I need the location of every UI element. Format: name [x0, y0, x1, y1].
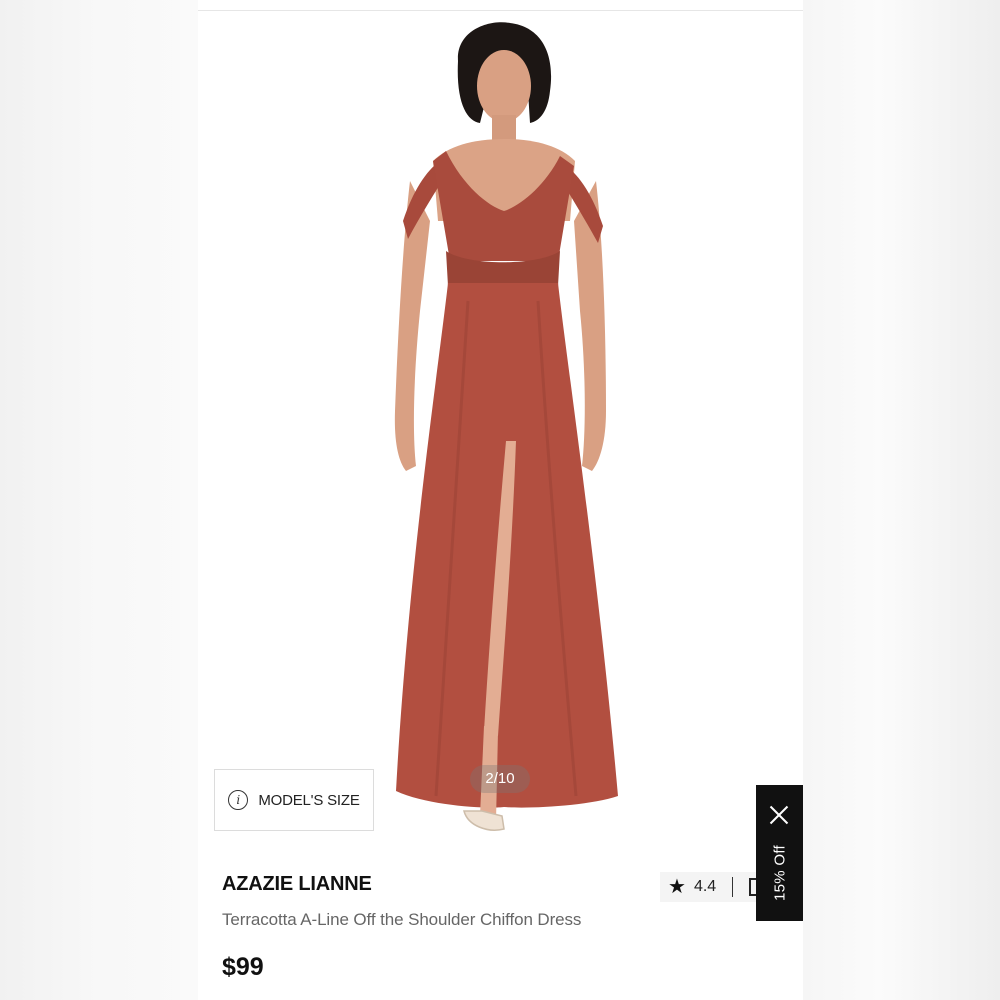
model-size-button[interactable]: i MODEL'S SIZE: [214, 769, 374, 831]
model-size-label: MODEL'S SIZE: [258, 791, 360, 809]
rating-divider: [732, 877, 734, 897]
screen: 2/10 i MODEL'S SIZE AZAZIE LIANNE Terrac…: [0, 0, 1000, 1000]
product-brand: AZAZIE LIANNE: [222, 873, 372, 895]
close-icon[interactable]: [767, 803, 791, 827]
product-photo: [394, 22, 618, 831]
product-image-gallery[interactable]: 2/10 i MODEL'S SIZE: [198, 11, 803, 847]
star-icon: ★: [668, 876, 686, 898]
rating-value: 4.4: [693, 878, 717, 895]
product-name: Terracotta A-Line Off the Shoulder Chiff…: [222, 910, 582, 929]
product-page: 2/10 i MODEL'S SIZE AZAZIE LIANNE Terrac…: [198, 0, 803, 1000]
promo-tab[interactable]: 15% Off: [756, 785, 803, 921]
info-icon: i: [228, 790, 249, 810]
promo-label: 15% Off: [771, 844, 789, 902]
image-counter: 2/10: [470, 765, 530, 793]
product-price: $99: [222, 953, 264, 981]
